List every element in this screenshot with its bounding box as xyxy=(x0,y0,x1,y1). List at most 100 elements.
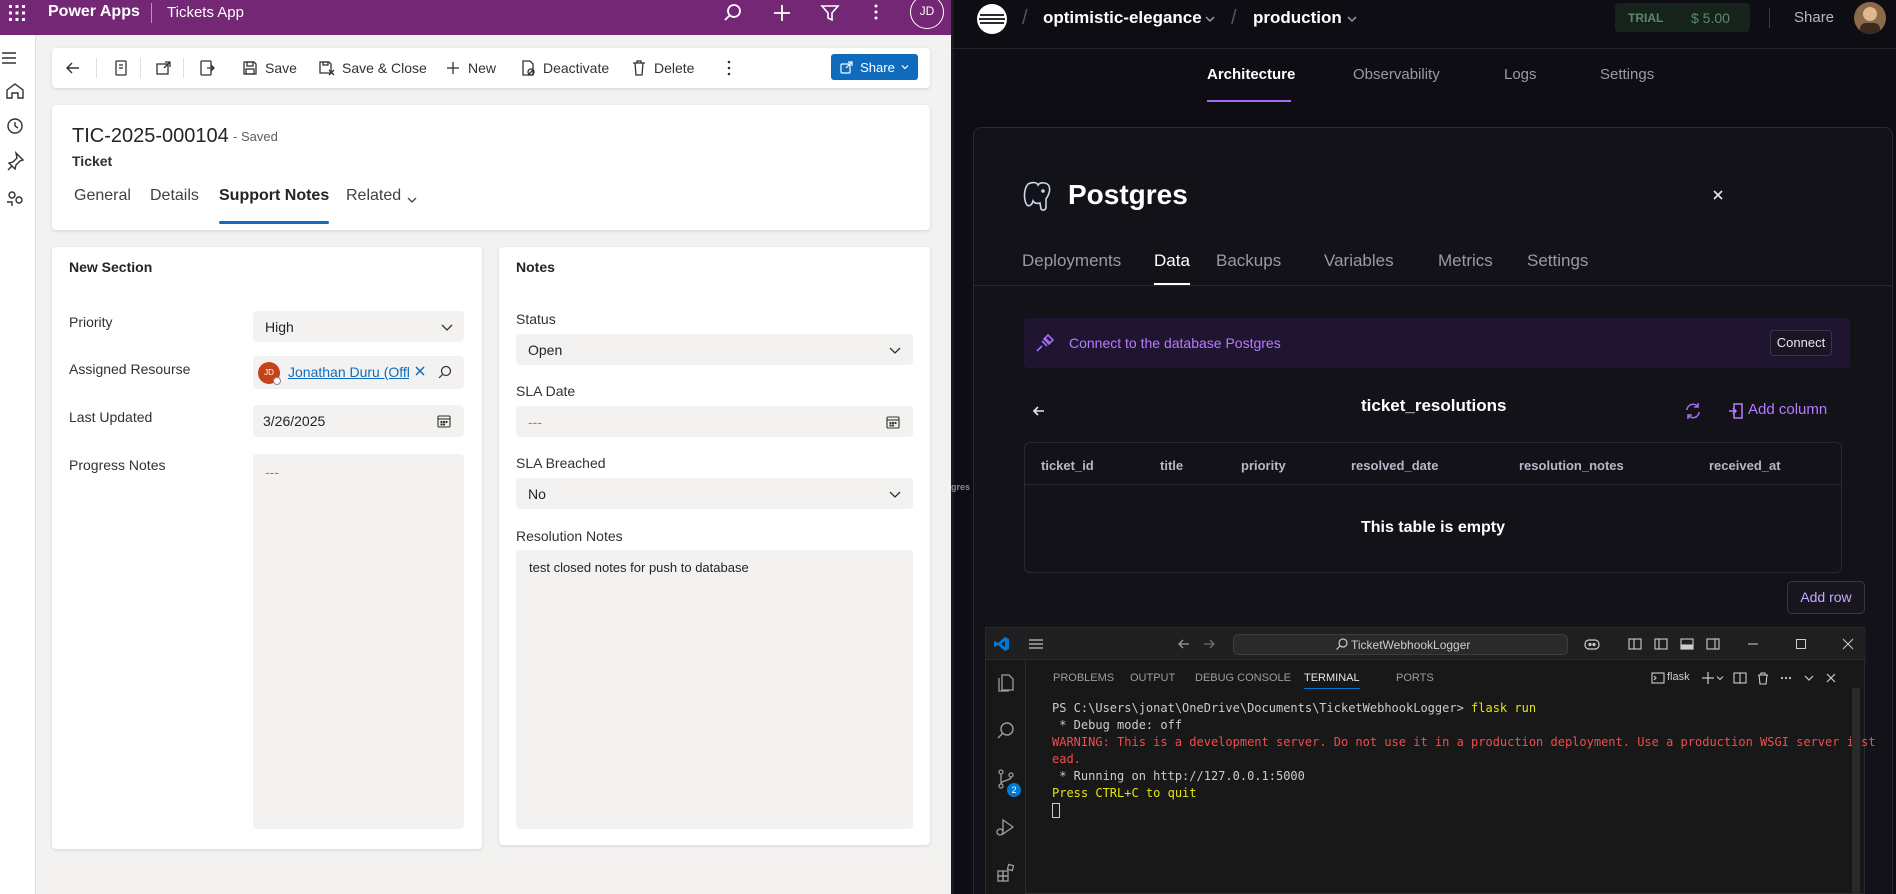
assigned-lookup[interactable]: JD Jonathan Duru (Offli xyxy=(253,356,464,389)
lookup-search-icon[interactable] xyxy=(437,365,452,380)
layout-toggle-icon[interactable] xyxy=(1628,637,1642,651)
railway-logo-icon[interactable] xyxy=(976,3,1008,35)
nav-settings[interactable]: Settings xyxy=(1600,66,1654,83)
app-launcher-icon[interactable] xyxy=(6,2,28,24)
hamburger-icon[interactable] xyxy=(0,47,22,69)
sla-date-field[interactable]: --- xyxy=(516,406,913,437)
minimize-icon[interactable] xyxy=(1746,637,1760,651)
calendar-icon[interactable] xyxy=(885,414,901,430)
column-header[interactable]: received_at xyxy=(1709,458,1781,473)
search-icon[interactable] xyxy=(722,2,744,24)
save-close-button[interactable]: Save & Close xyxy=(318,56,427,80)
add-icon[interactable] xyxy=(771,2,793,24)
command-center-search[interactable]: TicketWebhookLogger xyxy=(1233,634,1568,655)
add-row-button[interactable]: Add row xyxy=(1787,581,1865,614)
close-panel-icon[interactable] xyxy=(1824,671,1838,685)
panel-tab-debug-console[interactable]: DEBUG CONSOLE xyxy=(1195,672,1291,684)
priority-select[interactable]: High xyxy=(253,311,464,342)
home-icon[interactable] xyxy=(4,80,26,102)
remove-icon[interactable] xyxy=(414,365,426,377)
user-avatar[interactable]: JD xyxy=(910,0,944,29)
resolution-notes-textarea[interactable]: test closed notes for push to database xyxy=(516,550,913,829)
filter-icon[interactable] xyxy=(819,2,841,24)
menu-icon[interactable] xyxy=(1028,637,1044,651)
secondary-sidebar-icon[interactable] xyxy=(1706,637,1720,651)
app-name[interactable]: Tickets App xyxy=(167,3,244,23)
add-column-button[interactable]: Add column xyxy=(1748,401,1827,418)
explorer-icon[interactable] xyxy=(995,672,1017,694)
panel-toggle-icon[interactable] xyxy=(1680,637,1694,651)
share-button[interactable]: Share xyxy=(1794,9,1834,26)
deactivate-button[interactable]: Deactivate xyxy=(519,56,609,80)
calendar-icon[interactable] xyxy=(436,413,452,429)
terminal-scrollbar[interactable] xyxy=(1852,688,1860,893)
share-button[interactable]: Share xyxy=(831,54,918,80)
tab-metrics[interactable]: Metrics xyxy=(1438,251,1493,271)
back-button[interactable] xyxy=(64,56,82,80)
progress-notes-textarea[interactable]: --- xyxy=(253,454,464,829)
extensions-icon[interactable] xyxy=(995,862,1017,884)
new-button[interactable]: New xyxy=(444,56,496,80)
nav-back-icon[interactable] xyxy=(1177,637,1191,651)
sidebar-toggle-icon[interactable] xyxy=(1654,637,1668,651)
pin-icon[interactable] xyxy=(4,150,26,172)
tab-support-notes[interactable]: Support Notes xyxy=(219,187,330,227)
back-arrow-icon[interactable] xyxy=(1032,404,1046,418)
tab-related[interactable]: Related xyxy=(346,187,401,227)
assigned-user-link[interactable]: Jonathan Duru (Offli xyxy=(288,364,409,380)
components-icon[interactable] xyxy=(4,187,26,209)
run-debug-icon[interactable] xyxy=(995,816,1017,838)
maximize-panel-icon[interactable] xyxy=(1802,671,1816,685)
chevron-down-icon[interactable] xyxy=(1204,13,1216,25)
column-header[interactable]: priority xyxy=(1241,458,1286,473)
add-column-icon[interactable] xyxy=(1728,402,1744,420)
column-header[interactable]: resolution_notes xyxy=(1519,458,1624,473)
chevron-down-icon[interactable] xyxy=(1346,13,1358,25)
refresh-icon[interactable] xyxy=(1684,402,1702,420)
tab-deployments[interactable]: Deployments xyxy=(1022,251,1121,271)
tab-data[interactable]: Data xyxy=(1154,251,1190,271)
status-select[interactable]: Open xyxy=(516,334,913,365)
kill-terminal-icon[interactable] xyxy=(1756,671,1770,685)
form-view-button[interactable] xyxy=(112,56,130,80)
open-new-window-button[interactable] xyxy=(155,56,173,80)
flow-button[interactable] xyxy=(198,56,216,80)
sla-breached-select[interactable]: No xyxy=(516,478,913,509)
project-name[interactable]: optimistic-elegance xyxy=(1043,8,1202,28)
last-updated-date[interactable]: 3/26/2025 xyxy=(253,405,464,437)
tab-settings[interactable]: Settings xyxy=(1527,251,1588,271)
copilot-icon[interactable] xyxy=(1583,636,1601,652)
panel-tab-output[interactable]: OUTPUT xyxy=(1130,672,1175,684)
more-commands-icon[interactable] xyxy=(720,56,738,80)
brand-name[interactable]: Power Apps xyxy=(48,2,140,22)
panel-tab-ports[interactable]: PORTS xyxy=(1396,672,1434,684)
chevron-down-icon[interactable] xyxy=(1716,674,1724,682)
nav-logs[interactable]: Logs xyxy=(1504,66,1537,83)
search-icon[interactable] xyxy=(995,720,1017,742)
delete-button[interactable]: Delete xyxy=(630,56,694,80)
chevron-down-icon[interactable] xyxy=(406,194,418,206)
save-button[interactable]: Save xyxy=(241,56,297,80)
tab-backups[interactable]: Backups xyxy=(1216,251,1281,271)
nav-forward-icon[interactable] xyxy=(1202,637,1216,651)
new-terminal-icon[interactable] xyxy=(1701,671,1715,685)
panel-tab-terminal[interactable]: TERMINAL xyxy=(1304,672,1360,689)
more-icon[interactable] xyxy=(865,2,887,24)
tab-general[interactable]: General xyxy=(74,187,131,227)
tab-variables[interactable]: Variables xyxy=(1324,251,1394,271)
column-header[interactable]: title xyxy=(1160,458,1183,473)
maximize-icon[interactable] xyxy=(1794,637,1808,651)
terminal-cursor[interactable] xyxy=(1052,803,1060,818)
recent-icon[interactable] xyxy=(4,115,26,137)
user-avatar[interactable] xyxy=(1854,2,1886,34)
connect-button[interactable]: Connect xyxy=(1770,330,1832,356)
nav-observability[interactable]: Observability xyxy=(1353,66,1440,83)
close-icon[interactable] xyxy=(1711,188,1725,202)
close-window-icon[interactable] xyxy=(1841,637,1855,651)
tab-details[interactable]: Details xyxy=(150,187,199,227)
nav-architecture[interactable]: Architecture xyxy=(1207,66,1295,83)
panel-tab-problems[interactable]: PROBLEMS xyxy=(1053,672,1114,684)
environment-name[interactable]: production xyxy=(1253,8,1342,28)
terminal-name[interactable]: flask xyxy=(1667,671,1690,683)
split-terminal-icon[interactable] xyxy=(1733,671,1747,685)
